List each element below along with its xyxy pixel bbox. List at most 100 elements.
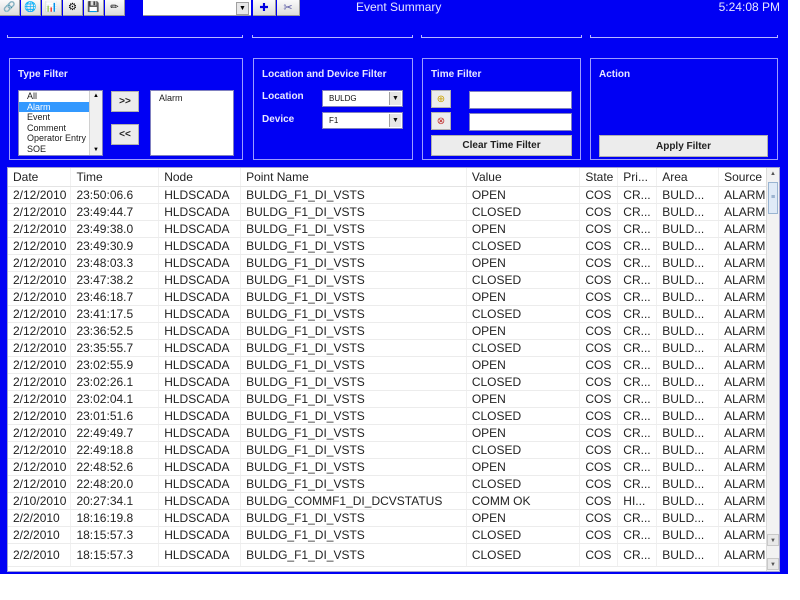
cell: CLOSED <box>466 373 581 391</box>
column-header[interactable]: Pri... <box>617 168 658 187</box>
available-types-list[interactable]: All Alarm Event Comment Operator Entry SOE ▲ … <box>18 90 103 156</box>
scroll-thumb[interactable]: ≡ <box>768 182 778 214</box>
panel-title: Location and Device Filter <box>262 69 387 80</box>
table-row[interactable]: 2/12/2010 23:02:04.1 HLDSCADA BULDG_F1_DI_V… <box>8 390 779 408</box>
cell: CLOSED <box>466 475 581 493</box>
panel-title: Time Filter <box>431 69 482 80</box>
cell: BULD... <box>656 237 720 255</box>
cell: COS <box>579 543 619 567</box>
column-header[interactable]: Time <box>70 168 160 187</box>
cell: COS <box>579 305 619 323</box>
cell: BULD... <box>656 186 720 204</box>
cell: 2/12/2010 <box>8 186 72 204</box>
column-header[interactable]: Date <box>8 168 72 187</box>
cell: BULD... <box>656 254 720 272</box>
scrollbar[interactable]: ▲ ▼ <box>89 91 102 155</box>
table-row[interactable]: 2/12/2010 23:36:52.5 HLDSCADA BULDG_F1_DI_V… <box>8 322 779 340</box>
column-header[interactable]: State <box>579 168 619 187</box>
column-header[interactable]: Value <box>466 168 581 187</box>
gear-button[interactable]: ⚙ <box>63 0 83 16</box>
chosen-type-option[interactable]: Alarm <box>151 91 233 104</box>
chevron-down-icon[interactable]: ▼ <box>389 114 401 127</box>
scroll-down-icon[interactable]: ▼ <box>90 145 102 155</box>
start-time-input[interactable] <box>469 91 572 109</box>
table-row[interactable]: 2/12/2010 23:35:55.7 HLDSCADA BULDG_F1_DI_V… <box>8 339 779 357</box>
toolbar-combo[interactable]: ▼ <box>143 0 251 16</box>
cell: COS <box>579 356 619 374</box>
table-row[interactable]: 2/12/2010 23:02:55.9 HLDSCADA BULDG_F1_DI_V… <box>8 356 779 374</box>
save-button[interactable]: 💾 <box>84 0 104 16</box>
cell: HLDSCADA <box>158 322 242 340</box>
globe-button[interactable]: 🌐 <box>21 0 41 16</box>
table-row[interactable]: 2/12/2010 22:48:20.0 HLDSCADA BULDG_F1_DI_V… <box>8 475 779 493</box>
clock-add-icon: ⊕ <box>436 93 446 105</box>
chevron-down-icon[interactable]: ▼ <box>236 2 249 15</box>
cell: COS <box>579 526 619 544</box>
table-row[interactable]: 2/12/2010 23:49:38.0 HLDSCADA BULDG_F1_DI_V… <box>8 220 779 238</box>
event-grid[interactable]: Date Time Node Point Name Value State Pri... Ar… <box>7 167 780 572</box>
cell: BULDG_F1_DI_VSTS <box>240 186 467 204</box>
table-row[interactable]: 2/12/2010 23:49:30.9 HLDSCADA BULDG_F1_DI_V… <box>8 237 779 255</box>
column-header[interactable]: Area <box>656 168 720 187</box>
clear-time-filter-button[interactable]: Clear Time Filter <box>431 135 572 156</box>
pin-button[interactable]: ✚ <box>253 0 276 16</box>
cell: BULDG_F1_DI_VSTS <box>240 203 467 221</box>
cell: BULDG_F1_DI_VSTS <box>240 424 467 442</box>
cell: COS <box>579 407 619 425</box>
scroll-up-icon[interactable]: ▲ <box>767 168 779 180</box>
cell: 2/12/2010 <box>8 305 72 323</box>
table-row[interactable]: 2/12/2010 22:49:49.7 HLDSCADA BULDG_F1_DI_V… <box>8 424 779 442</box>
cell: HLDSCADA <box>158 220 242 238</box>
bar-chart-button[interactable]: 📊 <box>42 0 62 16</box>
table-row[interactable]: 2/12/2010 23:49:44.7 HLDSCADA BULDG_F1_DI_V… <box>8 203 779 221</box>
cell: HLDSCADA <box>158 186 242 204</box>
add-type-button[interactable]: >> <box>111 91 139 112</box>
link-button[interactable]: 🔗 <box>0 0 20 16</box>
scroll-down-icon[interactable]: ▼ <box>767 558 779 570</box>
table-row[interactable]: 2/12/2010 23:41:17.5 HLDSCADA BULDG_F1_DI_V… <box>8 305 779 323</box>
scroll-up-icon[interactable]: ▲ <box>90 91 102 101</box>
scroll-down-icon[interactable]: ▼ <box>767 534 779 546</box>
table-row[interactable]: 2/12/2010 23:47:38.2 HLDSCADA BULDG_F1_DI_V… <box>8 271 779 289</box>
pencil-button[interactable]: ✏ <box>105 0 125 16</box>
clock: 5:24:08 PM <box>718 0 780 14</box>
table-row[interactable]: 2/12/2010 23:02:26.1 HLDSCADA BULDG_F1_DI_V… <box>8 373 779 391</box>
table-row[interactable]: 2/12/2010 22:48:52.6 HLDSCADA BULDG_F1_DI_V… <box>8 458 779 476</box>
table-row[interactable]: 2/2/2010 18:16:19.8 HLDSCADA BULDG_F1_DI_VS… <box>8 509 779 527</box>
start-time-button[interactable]: ⊕ <box>431 90 451 108</box>
selected-types-list[interactable]: Alarm <box>150 90 234 156</box>
chevron-down-icon[interactable]: ▼ <box>389 92 401 105</box>
cell: 2/12/2010 <box>8 407 72 425</box>
column-header[interactable]: Point Name <box>240 168 467 187</box>
table-row[interactable]: 2/12/2010 23:01:51.6 HLDSCADA BULDG_F1_DI_V… <box>8 407 779 425</box>
device-select[interactable]: F1 ▼ <box>322 112 403 129</box>
apply-filter-button[interactable]: Apply Filter <box>599 135 768 157</box>
cell: 22:48:20.0 <box>70 475 160 493</box>
cell: 18:15:57.3 <box>70 526 160 544</box>
table-row[interactable]: 2/2/2010 18:15:57.3 HLDSCADA BULDG_F1_DI_VS… <box>8 526 779 544</box>
table-row[interactable]: 2/12/2010 22:49:18.8 HLDSCADA BULDG_F1_DI_V… <box>8 441 779 459</box>
table-row[interactable]: 2/2/2010 18:15:57.3 HLDSCADA BULDG_F1_DI_VS… <box>8 543 779 567</box>
end-time-button[interactable]: ⊗ <box>431 112 451 130</box>
remove-type-button[interactable]: << <box>111 124 139 145</box>
end-time-input[interactable] <box>469 113 572 131</box>
table-row[interactable]: 2/12/2010 23:48:03.3 HLDSCADA BULDG_F1_DI_V… <box>8 254 779 272</box>
grid-scrollbar[interactable]: ▲ ≡ ▼ ▼ <box>766 168 779 571</box>
time-filter-panel: Time Filter ⊕ ⊗ Clear Time Filter <box>422 58 581 160</box>
table-row[interactable]: 2/10/2010 20:27:34.1 HLDSCADA BULDG_COMMF1_… <box>8 492 779 510</box>
cell: COS <box>579 339 619 357</box>
cell: BULDG_F1_DI_VSTS <box>240 509 467 527</box>
cell: BULD... <box>656 271 720 289</box>
tool-button[interactable]: ✂ <box>277 0 300 16</box>
location-select[interactable]: BULDG ▼ <box>322 90 403 107</box>
cell: COS <box>579 509 619 527</box>
location-device-filter-panel: Location and Device Filter Location BULD… <box>253 58 413 160</box>
column-header[interactable]: Node <box>158 168 242 187</box>
cell: BULDG_F1_DI_VSTS <box>240 339 467 357</box>
table-row[interactable]: 2/12/2010 23:46:18.7 HLDSCADA BULDG_F1_DI_V… <box>8 288 779 306</box>
cell: HLDSCADA <box>158 509 242 527</box>
cell: BULD... <box>656 322 720 340</box>
cell: CLOSED <box>466 339 581 357</box>
pin-icon: ✚ <box>259 2 269 14</box>
table-row[interactable]: 2/12/2010 23:50:06.6 HLDSCADA BULDG_F1_DI_V… <box>8 186 779 204</box>
